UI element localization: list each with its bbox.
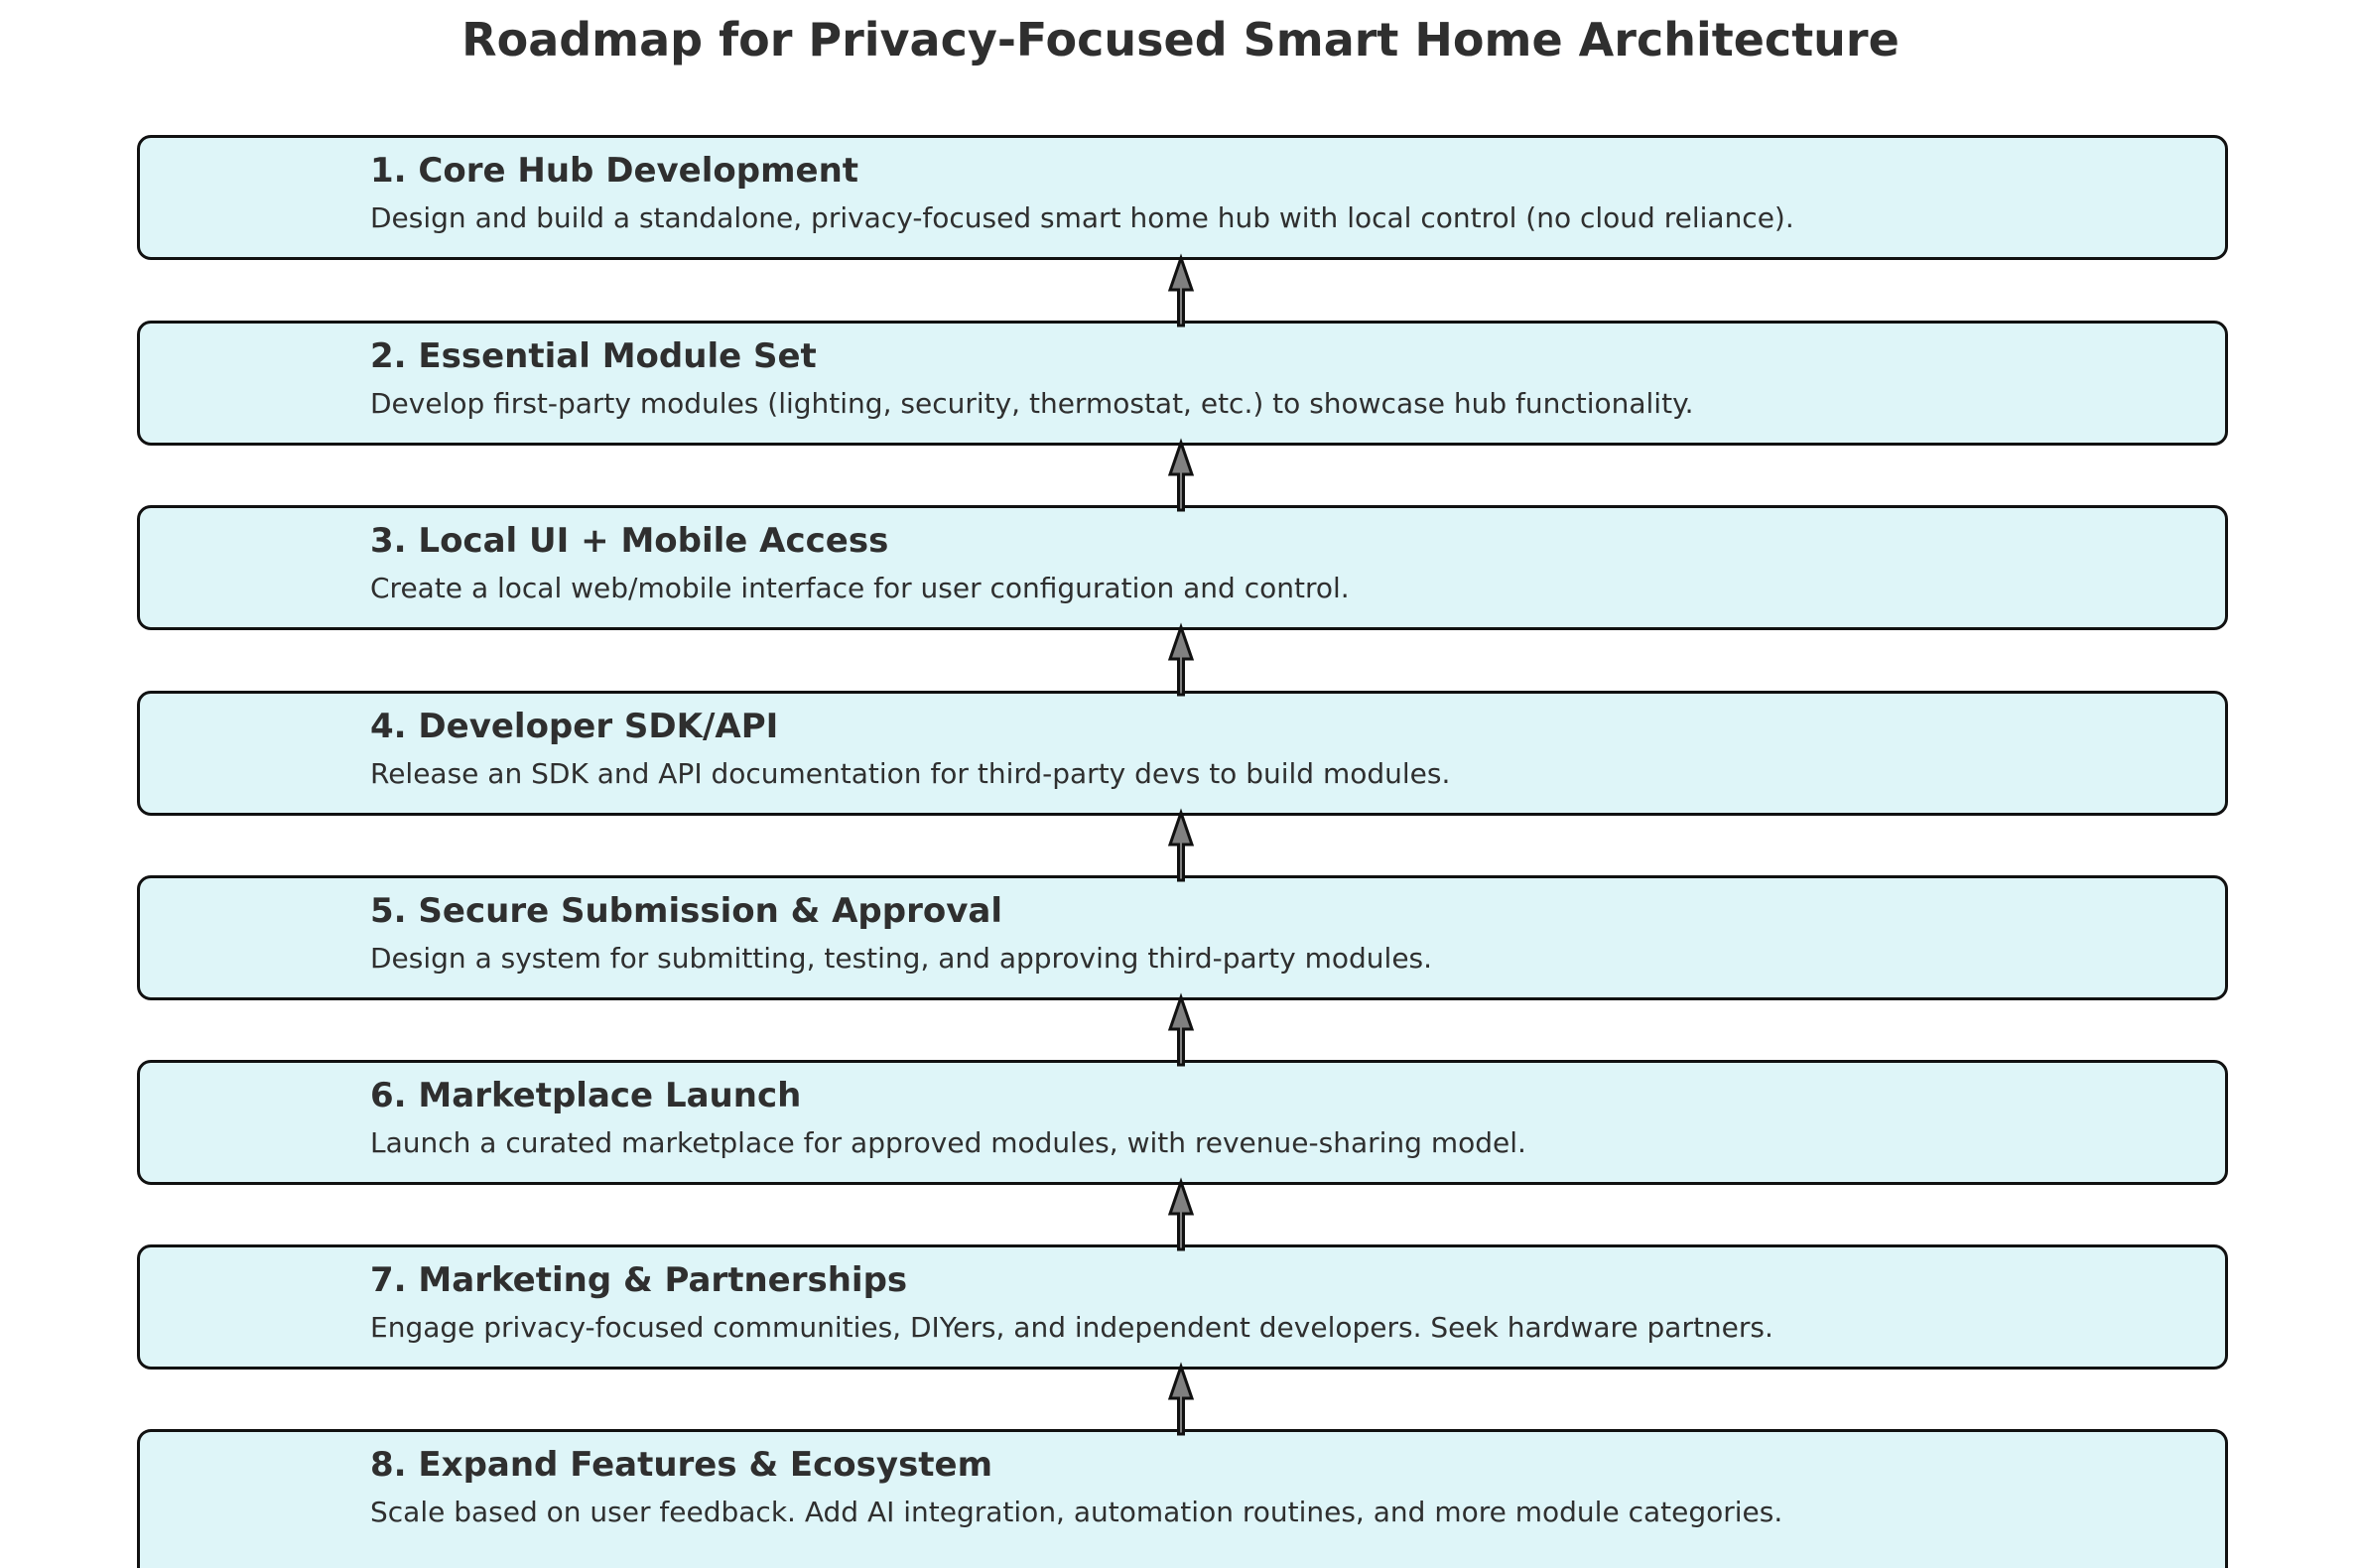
step-title: 3. Local UI + Mobile Access [370, 521, 889, 561]
step-description: Design and build a standalone, privacy-f… [370, 201, 1794, 234]
roadmap-step-8: 8. Expand Features & Ecosystem Scale bas… [137, 1429, 2228, 1568]
step-title: 1. Core Hub Development [370, 151, 859, 191]
step-description: Scale based on user feedback. Add AI int… [370, 1496, 1783, 1528]
step-title: 6. Marketplace Launch [370, 1076, 802, 1115]
arrow-up-icon [1167, 438, 1195, 512]
roadmap-step-6: 6. Marketplace Launch Launch a curated m… [137, 1060, 2228, 1185]
arrow-up-icon [1167, 622, 1195, 697]
step-description: Create a local web/mobile interface for … [370, 572, 1350, 604]
step-description: Design a system for submitting, testing,… [370, 942, 1433, 975]
roadmap-step-7: 7. Marketing & Partnerships Engage priva… [137, 1244, 2228, 1370]
arrow-up-icon [1167, 808, 1195, 882]
step-title: 2. Essential Module Set [370, 336, 817, 376]
arrow-up-icon [1167, 992, 1195, 1067]
roadmap-step-2: 2. Essential Module Set Develop first-pa… [137, 321, 2228, 446]
roadmap-step-5: 5. Secure Submission & Approval Design a… [137, 875, 2228, 1000]
step-title: 8. Expand Features & Ecosystem [370, 1445, 993, 1485]
step-description: Engage privacy-focused communities, DIYe… [370, 1311, 1773, 1344]
roadmap-diagram: 1. Core Hub Development Design and build… [0, 0, 2361, 1568]
step-description: Launch a curated marketplace for approve… [370, 1126, 1526, 1159]
step-title: 7. Marketing & Partnerships [370, 1260, 908, 1300]
step-title: 4. Developer SDK/API [370, 707, 779, 746]
step-title: 5. Secure Submission & Approval [370, 891, 1002, 931]
roadmap-step-4: 4. Developer SDK/API Release an SDK and … [137, 691, 2228, 816]
arrow-up-icon [1167, 253, 1195, 327]
step-description: Develop first-party modules (lighting, s… [370, 387, 1694, 420]
arrow-up-icon [1167, 1362, 1195, 1436]
arrow-up-icon [1167, 1177, 1195, 1251]
roadmap-step-1: 1. Core Hub Development Design and build… [137, 135, 2228, 260]
roadmap-step-3: 3. Local UI + Mobile Access Create a loc… [137, 505, 2228, 630]
step-description: Release an SDK and API documentation for… [370, 757, 1451, 790]
